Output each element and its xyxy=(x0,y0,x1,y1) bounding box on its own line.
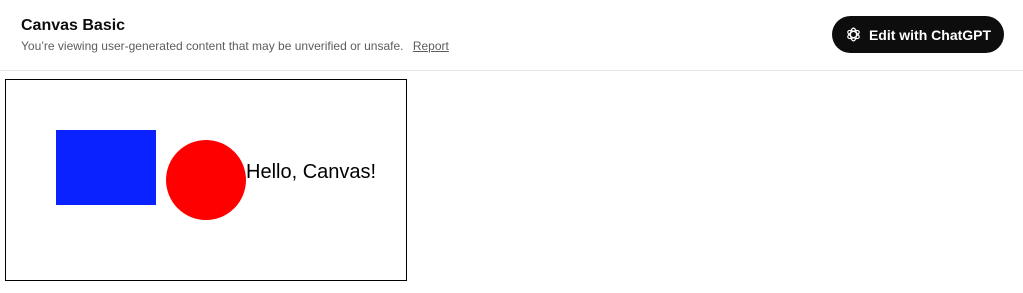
canvas: Hello, Canvas! xyxy=(5,79,407,281)
blue-rectangle xyxy=(56,130,156,205)
red-circle xyxy=(166,140,246,220)
chatgpt-logo-icon xyxy=(845,26,862,43)
report-link[interactable]: Report xyxy=(413,39,449,53)
content-notice: You’re viewing user-generated content th… xyxy=(21,38,449,54)
page-title: Canvas Basic xyxy=(21,17,126,34)
edit-button-label: Edit with ChatGPT xyxy=(868,26,992,43)
edit-with-chatgpt-button[interactable]: Edit with ChatGPT xyxy=(832,16,1004,53)
canvas-text: Hello, Canvas! xyxy=(246,161,377,183)
content-notice-text: You’re viewing user-generated content th… xyxy=(21,39,404,53)
top-bar: Canvas Basic You’re viewing user-generat… xyxy=(0,0,1023,71)
